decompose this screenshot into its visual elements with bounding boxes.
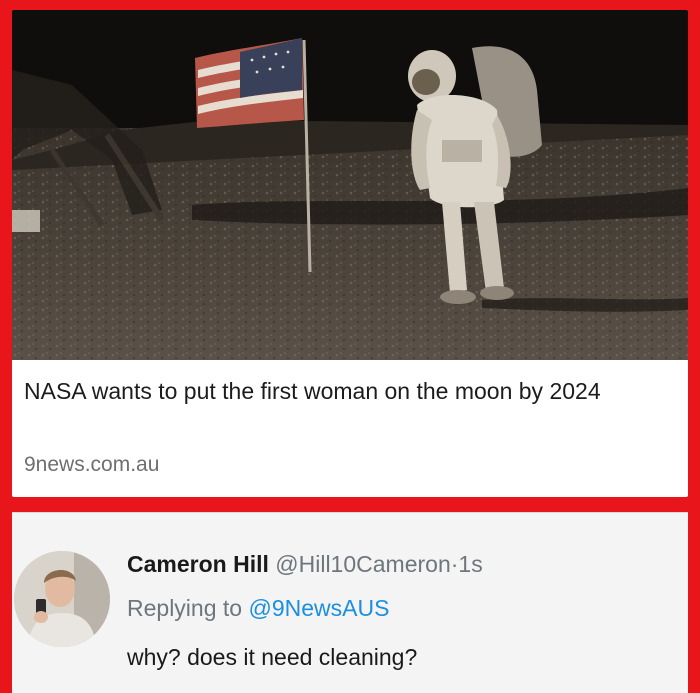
tweet-timestamp[interactable]: 1s [458, 551, 482, 577]
user-handle[interactable]: @Hill10Cameron [275, 551, 450, 577]
article-headline[interactable]: NASA wants to put the first woman on the… [24, 376, 674, 406]
news-card[interactable]: NASA wants to put the first woman on the… [12, 10, 688, 497]
user-avatar[interactable] [14, 551, 110, 647]
tweet-text: why? does it need cleaning? [127, 644, 418, 670]
moon-landing-photo [12, 10, 688, 360]
replying-to-mention[interactable]: @9NewsAUS [248, 595, 389, 621]
tweet-header: Cameron Hill @Hill10Cameron·1s [127, 551, 483, 578]
replying-to-label: Replying to [127, 595, 243, 621]
user-name[interactable]: Cameron Hill [127, 551, 269, 577]
replying-to-line: Replying to @9NewsAUS [127, 595, 389, 622]
article-source[interactable]: 9news.com.au [24, 453, 159, 477]
tweet-card[interactable]: Cameron Hill @Hill10Cameron·1s Replying … [12, 512, 688, 693]
